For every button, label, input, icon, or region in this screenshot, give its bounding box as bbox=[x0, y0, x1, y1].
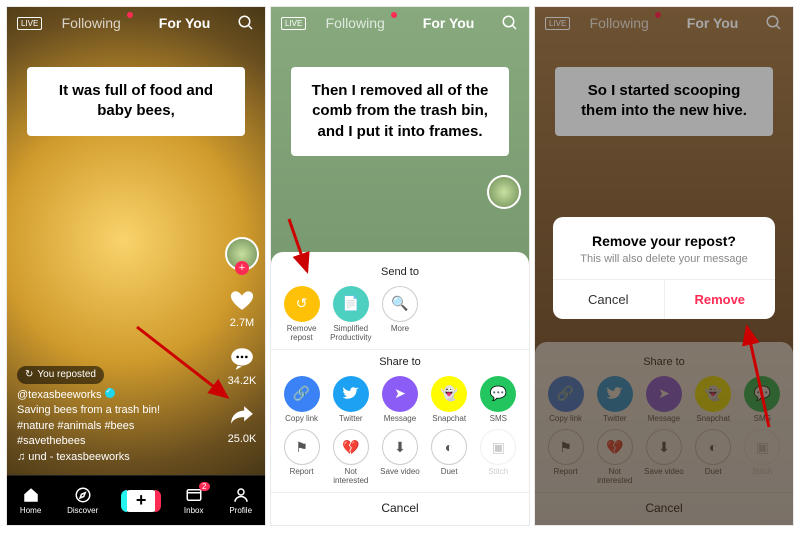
repost-arrows-icon: ↺ bbox=[284, 286, 320, 322]
share-twitter-button[interactable]: Twitter bbox=[327, 376, 375, 424]
search-icon[interactable] bbox=[501, 14, 519, 32]
username[interactable]: @texasbeeworks bbox=[17, 388, 177, 403]
video-caption-overlay: Then I removed all of the comb from the … bbox=[291, 67, 509, 156]
send-to-contact[interactable]: 📄Simplified Productivity bbox=[327, 286, 375, 343]
dialog-cancel-button[interactable]: Cancel bbox=[553, 280, 665, 319]
like-button[interactable]: 2.7M bbox=[227, 285, 257, 329]
nav-discover[interactable]: Discover bbox=[67, 486, 98, 515]
nav-home[interactable]: Home bbox=[20, 486, 41, 515]
search-icon: 🔍 bbox=[382, 286, 418, 322]
stitch-icon: ▣ bbox=[480, 429, 516, 465]
tab-for-you[interactable]: For You bbox=[423, 15, 475, 31]
not-interested-button[interactable]: 💔Not interested bbox=[327, 429, 375, 486]
save-video-button[interactable]: ⬇Save video bbox=[376, 429, 424, 486]
duet-icon: ◐ bbox=[431, 429, 467, 465]
stitch-button[interactable]: ▣Stitch bbox=[474, 429, 522, 486]
dialog-remove-button[interactable]: Remove bbox=[665, 280, 776, 319]
creator-avatar[interactable]: + bbox=[225, 237, 259, 271]
dialog-title: Remove your repost? bbox=[553, 217, 775, 253]
video-meta: ↻You reposted @texasbeeworks Saving bees… bbox=[17, 366, 177, 465]
live-badge[interactable]: LIVE bbox=[17, 17, 42, 30]
follow-plus-icon[interactable]: + bbox=[235, 261, 249, 275]
notification-dot bbox=[127, 12, 133, 18]
snapchat-icon: 👻 bbox=[431, 376, 467, 412]
remove-repost-button[interactable]: ↺Remove repost bbox=[278, 286, 326, 343]
tab-following[interactable]: Following bbox=[62, 15, 121, 31]
dialog-body: This will also delete your message bbox=[553, 253, 775, 279]
note-icon: 📄 bbox=[333, 286, 369, 322]
nav-profile[interactable]: Profile bbox=[229, 486, 252, 515]
remove-repost-dialog: Remove your repost? This will also delet… bbox=[553, 217, 775, 319]
flag-icon: ⚑ bbox=[284, 429, 320, 465]
share-button[interactable]: 25.0K bbox=[227, 401, 257, 445]
share-snapchat-button[interactable]: 👻Snapchat bbox=[425, 376, 473, 424]
twitter-icon bbox=[333, 376, 369, 412]
screenshot-pane-3: LIVE Following For You So I started scoo… bbox=[534, 6, 794, 526]
sound-label[interactable]: ♫ und - texasbeeworks bbox=[17, 450, 177, 465]
nav-inbox[interactable]: 2Inbox bbox=[184, 486, 204, 515]
share-sms-button[interactable]: 💬SMS bbox=[474, 376, 522, 424]
tab-following[interactable]: Following bbox=[326, 15, 385, 31]
share-message-button[interactable]: ➤Message bbox=[376, 376, 424, 424]
copy-link-button[interactable]: 🔗Copy link bbox=[278, 376, 326, 424]
video-description: Saving bees from a trash bin! #nature #a… bbox=[17, 403, 177, 449]
share-to-heading: Share to bbox=[277, 356, 523, 368]
comment-count: 34.2K bbox=[228, 375, 257, 387]
verified-icon bbox=[105, 388, 115, 398]
download-icon: ⬇ bbox=[382, 429, 418, 465]
broken-heart-icon: 💔 bbox=[333, 429, 369, 465]
cancel-button[interactable]: Cancel bbox=[271, 492, 529, 517]
screenshot-pane-1: LIVE Following For You It was full of fo… bbox=[6, 6, 266, 526]
search-icon[interactable] bbox=[237, 14, 255, 32]
like-count: 2.7M bbox=[230, 317, 254, 329]
comment-button[interactable]: 34.2K bbox=[227, 343, 257, 387]
top-tabs: LIVE Following For You bbox=[7, 15, 265, 31]
send-icon: ➤ bbox=[382, 376, 418, 412]
top-tabs: LIVE Following For You bbox=[271, 15, 529, 31]
video-caption-overlay: It was full of food and baby bees, bbox=[27, 67, 245, 136]
more-button[interactable]: 🔍More bbox=[376, 286, 424, 343]
action-rail: + 2.7M 34.2K 25.0K bbox=[225, 237, 259, 445]
report-button[interactable]: ⚑Report bbox=[278, 429, 326, 486]
duet-button[interactable]: ◐Duet bbox=[425, 429, 473, 486]
nav-create[interactable]: + bbox=[124, 490, 158, 512]
notification-dot bbox=[391, 12, 397, 18]
inbox-badge: 2 bbox=[199, 482, 209, 491]
tab-for-you[interactable]: For You bbox=[159, 15, 211, 31]
link-icon: 🔗 bbox=[284, 376, 320, 412]
chat-icon: 💬 bbox=[480, 376, 516, 412]
creator-avatar[interactable] bbox=[487, 175, 521, 209]
screenshot-pane-2: LIVE Following For You Then I removed al… bbox=[270, 6, 530, 526]
bottom-nav: Home Discover + 2Inbox Profile bbox=[7, 475, 265, 525]
live-badge[interactable]: LIVE bbox=[281, 17, 306, 30]
reposted-pill: ↻You reposted bbox=[17, 366, 104, 384]
share-count: 25.0K bbox=[228, 433, 257, 445]
send-to-heading: Send to bbox=[277, 266, 523, 278]
share-sheet: Send to ↺Remove repost 📄Simplified Produ… bbox=[271, 252, 529, 525]
